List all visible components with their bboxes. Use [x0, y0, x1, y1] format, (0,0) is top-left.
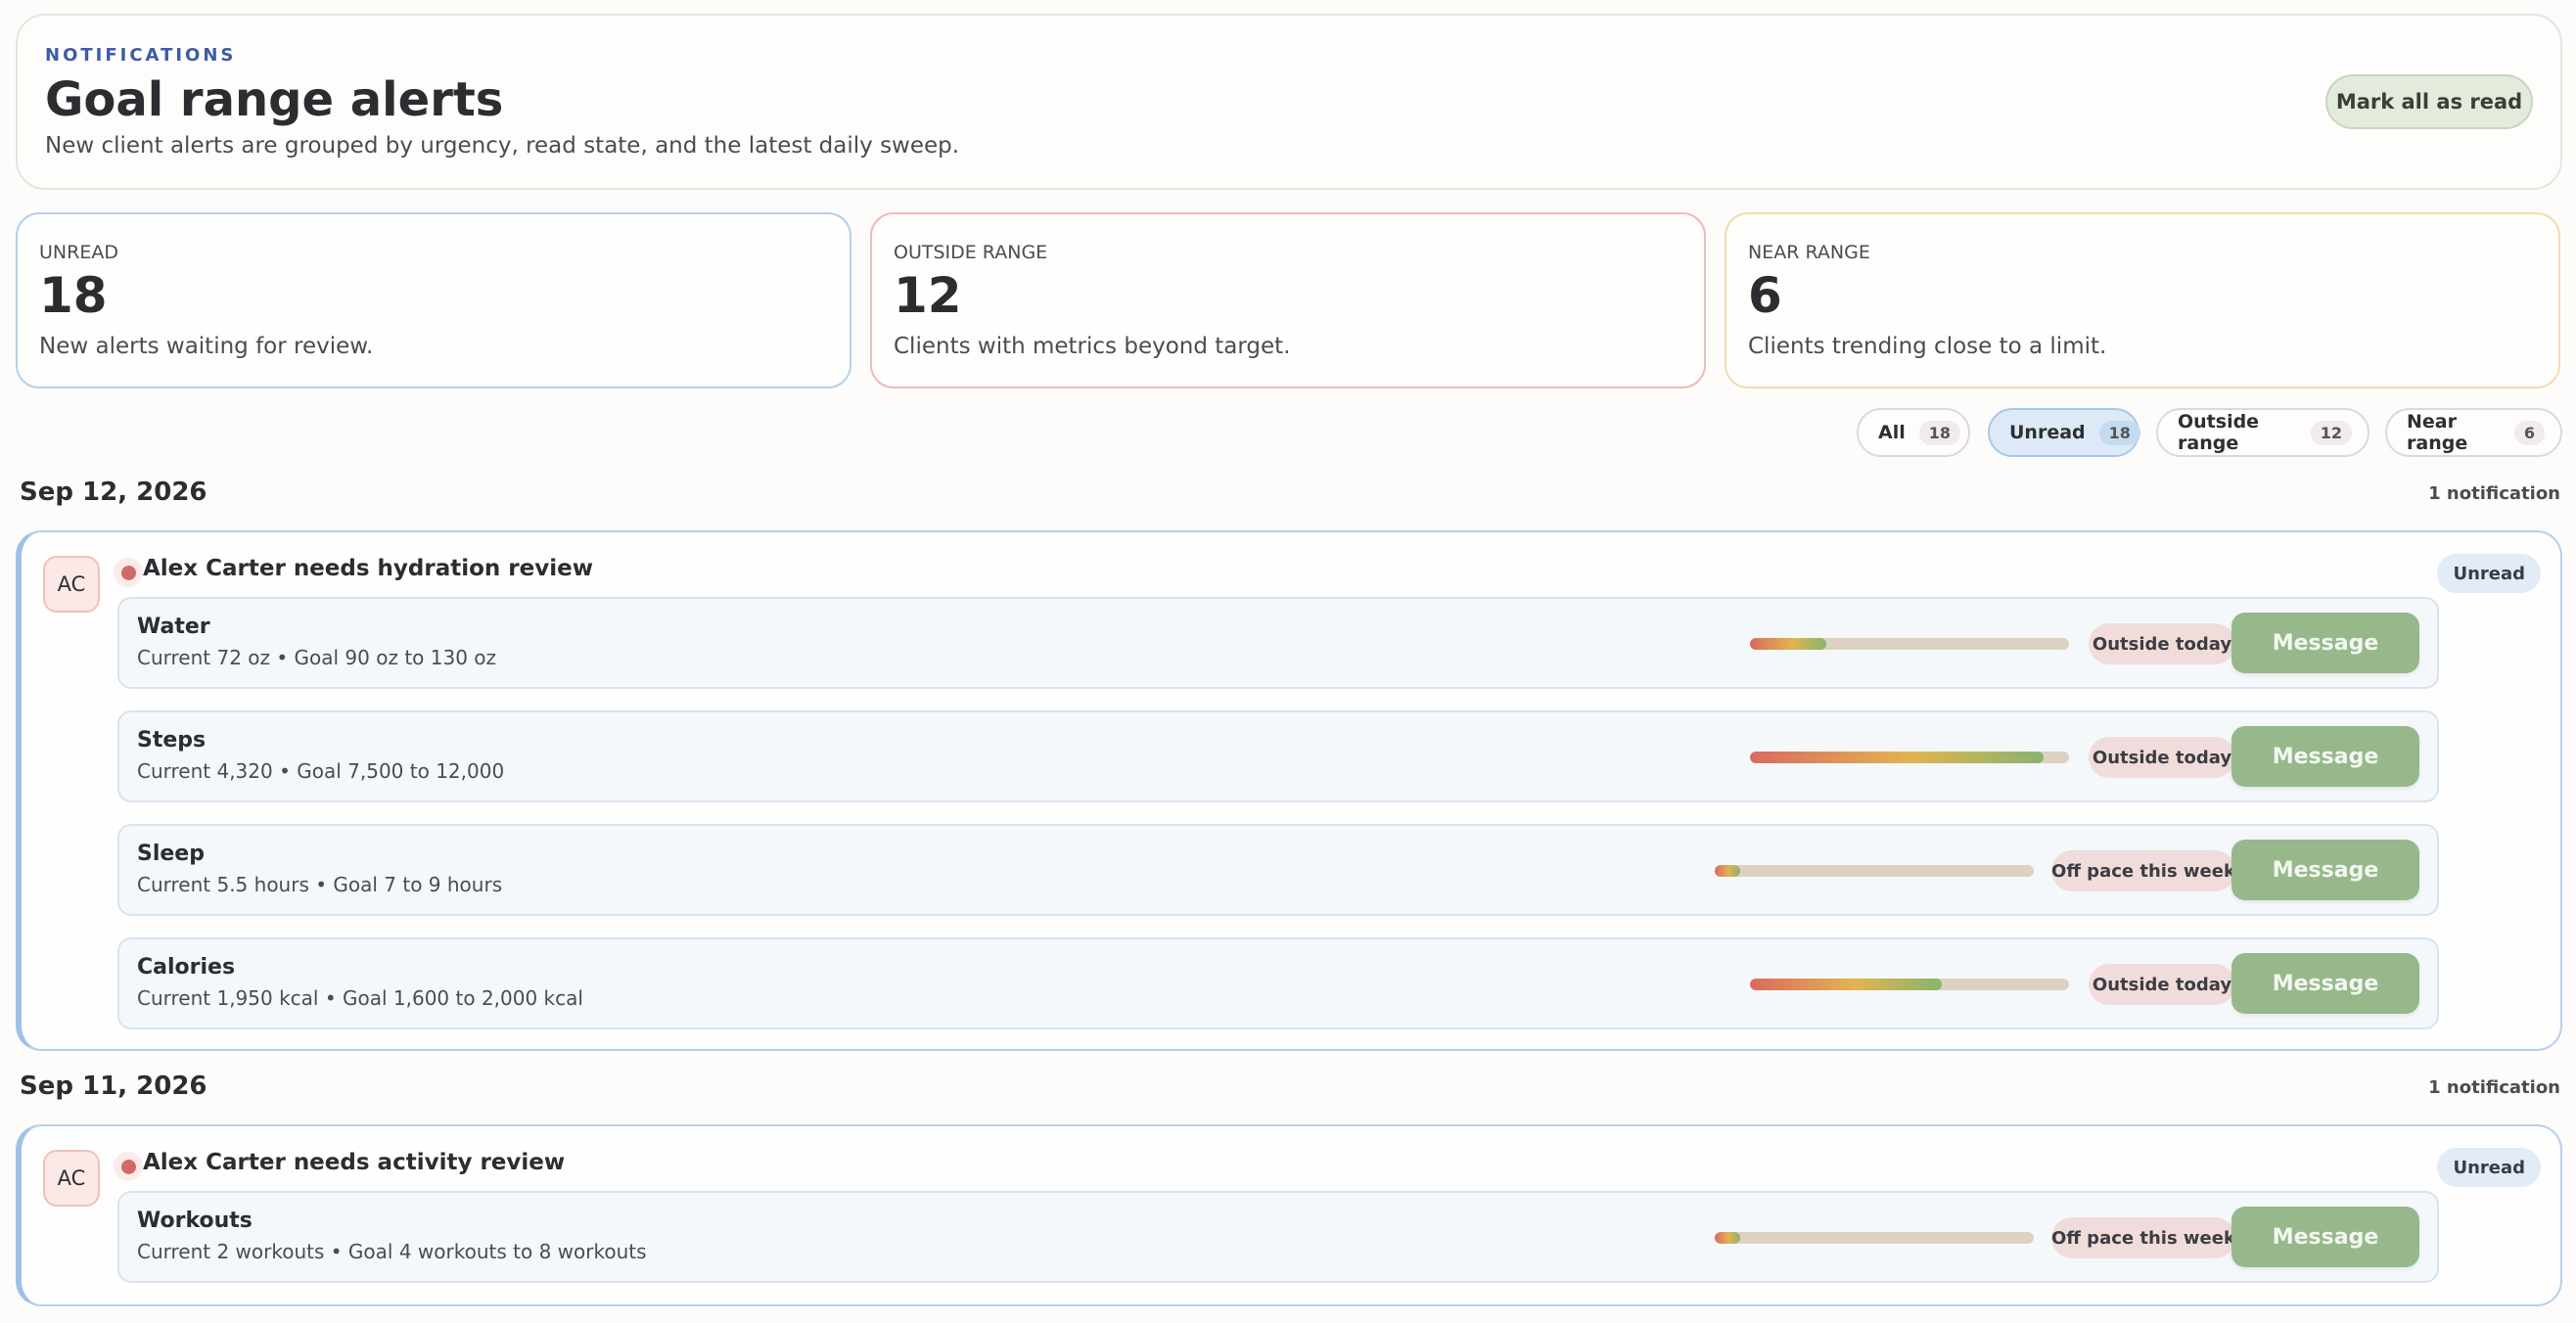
stat-description: Clients trending close to a limit. — [1748, 334, 2107, 359]
stat-card-near-range: NEAR RANGE 6 Clients trending close to a… — [1725, 212, 2560, 388]
metric-row-sleep: Sleep Current 5.5 hours • Goal 7 to 9 ho… — [117, 824, 2439, 916]
metric-row-workouts: Workouts Current 2 workouts • Goal 4 wor… — [117, 1191, 2439, 1283]
filter-count-badge: 6 — [2513, 420, 2545, 445]
stat-card-unread: UNREAD 18 New alerts waiting for review. — [16, 212, 851, 388]
notification-card[interactable]: AC Alex Carter needs hydration review Un… — [16, 530, 2562, 1051]
stat-value: 12 — [894, 267, 962, 324]
progress-track — [1750, 752, 2069, 763]
filter-outside-range[interactable]: Outside range 12 — [2156, 408, 2369, 457]
avatar: AC — [43, 556, 100, 613]
range-status-tag: Off pace this week — [2051, 850, 2235, 891]
message-button[interactable]: Message — [2231, 953, 2419, 1014]
unread-dot-icon — [114, 558, 143, 587]
filter-all[interactable]: All 18 — [1857, 408, 1970, 457]
filter-count-badge: 12 — [2310, 420, 2352, 445]
metric-row-calories: Calories Current 1,950 kcal • Goal 1,600… — [117, 937, 2439, 1029]
metric-name: Workouts — [137, 1209, 253, 1233]
progress-track — [1750, 979, 2069, 990]
progress-fill — [1750, 752, 2044, 763]
page-title: Goal range alerts — [45, 72, 504, 127]
notification-title: Alex Carter needs hydration review — [143, 556, 593, 581]
stat-value: 18 — [39, 267, 108, 324]
range-status-tag: Outside today — [2089, 964, 2235, 1005]
message-button[interactable]: Message — [2231, 726, 2419, 787]
metric-name: Steps — [137, 728, 207, 753]
filter-count-badge: 18 — [1918, 420, 1960, 445]
status-badge: Unread — [2437, 1148, 2541, 1187]
filter-label: Near range — [2407, 411, 2468, 454]
stat-description: Clients with metrics beyond target. — [894, 334, 1291, 359]
notification-title: Alex Carter needs activity review — [143, 1150, 566, 1175]
mark-all-read-button[interactable]: Mark all as read — [2325, 74, 2533, 129]
stat-label: OUTSIDE RANGE — [894, 242, 1048, 263]
range-status-tag: Outside today — [2089, 623, 2235, 664]
metric-detail: Current 5.5 hours • Goal 7 to 9 hours — [137, 873, 503, 896]
progress-fill — [1715, 865, 1741, 877]
metric-name: Calories — [137, 955, 236, 980]
filter-count-badge: 18 — [2098, 420, 2140, 445]
filter-label: All — [1878, 422, 1906, 443]
eyebrow-label: NOTIFICATIONS — [45, 45, 237, 66]
progress-track — [1750, 638, 2069, 650]
stat-card-outside-range: OUTSIDE RANGE 12 Clients with metrics be… — [870, 212, 1706, 388]
group-notification-count: 1 notification — [2428, 1077, 2560, 1098]
metric-detail: Current 4,320 • Goal 7,500 to 12,000 — [137, 759, 505, 783]
notifications-page: NOTIFICATIONS Goal range alerts New clie… — [0, 0, 2576, 1323]
progress-track — [1715, 865, 2034, 877]
metric-detail: Current 72 oz • Goal 90 oz to 130 oz — [137, 646, 497, 669]
message-button[interactable]: Message — [2231, 613, 2419, 673]
range-status-tag: Off pace this week — [2051, 1217, 2235, 1258]
range-status-tag: Outside today — [2089, 737, 2235, 778]
filter-label: Outside range — [2178, 411, 2260, 454]
progress-fill — [1750, 979, 1942, 990]
message-button[interactable]: Message — [2231, 1207, 2419, 1267]
message-button[interactable]: Message — [2231, 840, 2419, 900]
metric-row-steps: Steps Current 4,320 • Goal 7,500 to 12,0… — [117, 710, 2439, 802]
page-subtitle: New client alerts are grouped by urgency… — [45, 133, 960, 159]
notification-card[interactable]: AC Alex Carter needs activity review Unr… — [16, 1124, 2562, 1306]
metric-name: Sleep — [137, 842, 205, 866]
progress-fill — [1750, 638, 1827, 650]
stat-value: 6 — [1748, 267, 1782, 324]
stat-label: UNREAD — [39, 242, 118, 263]
filter-label: Unread — [2009, 422, 2086, 443]
status-badge: Unread — [2437, 554, 2541, 593]
stat-description: New alerts waiting for review. — [39, 334, 374, 359]
metric-detail: Current 1,950 kcal • Goal 1,600 to 2,000… — [137, 986, 583, 1010]
progress-fill — [1715, 1232, 1741, 1244]
group-notification-count: 1 notification — [2428, 483, 2560, 504]
unread-dot-icon — [114, 1152, 143, 1181]
header-card: NOTIFICATIONS Goal range alerts New clie… — [16, 14, 2562, 190]
stat-label: NEAR RANGE — [1748, 242, 1870, 263]
metric-row-water: Water Current 72 oz • Goal 90 oz to 130 … — [117, 597, 2439, 689]
filter-near-range[interactable]: Near range 6 — [2385, 408, 2562, 457]
metric-name: Water — [137, 615, 210, 639]
avatar: AC — [43, 1150, 100, 1207]
filter-unread[interactable]: Unread 18 — [1988, 408, 2140, 457]
group-date: Sep 12, 2026 — [20, 478, 207, 507]
progress-track — [1715, 1232, 2034, 1244]
group-date: Sep 11, 2026 — [20, 1072, 207, 1101]
metric-detail: Current 2 workouts • Goal 4 workouts to … — [137, 1240, 647, 1263]
